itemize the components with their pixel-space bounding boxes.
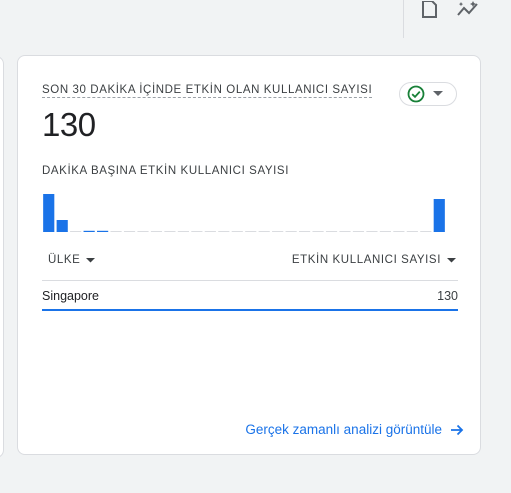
bar-baseline xyxy=(150,231,163,232)
bar-baseline xyxy=(379,231,391,232)
sort-caret-icon xyxy=(447,257,456,262)
bar-baseline xyxy=(258,231,270,232)
bar-baseline xyxy=(420,231,432,232)
bar-baseline xyxy=(245,231,257,232)
check-circle-icon xyxy=(407,85,425,103)
row-bar xyxy=(42,309,458,311)
column-header-active-users[interactable]: ETKİN KULLANICI SAYISI xyxy=(292,254,456,266)
chart-bar[interactable] xyxy=(56,220,68,232)
chart-bar[interactable] xyxy=(433,199,445,232)
bar-baseline xyxy=(366,231,378,232)
status-dropdown[interactable] xyxy=(399,82,457,106)
column-header-country-label: ÜLKE xyxy=(48,254,81,266)
bar-baseline xyxy=(272,231,284,232)
bar-baseline xyxy=(352,231,365,232)
bar-baseline xyxy=(110,231,122,232)
column-header-country[interactable]: ÜLKE xyxy=(48,254,96,266)
chart-bar[interactable] xyxy=(43,194,55,232)
header-divider xyxy=(42,280,458,281)
bar-baseline xyxy=(285,231,297,232)
realtime-users-card: SON 30 DAKİKA İÇİNDE ETKİN OLAN KULLANIC… xyxy=(17,55,481,455)
chart-subtitle: DAKİKA BAŞINA ETKİN KULLANICI SAYISI xyxy=(42,165,289,177)
toolbar-divider xyxy=(403,0,404,38)
document-icon[interactable] xyxy=(417,0,441,22)
view-realtime-link[interactable]: Gerçek zamanlı analizi görüntüle xyxy=(245,422,464,437)
bar-baseline xyxy=(218,231,230,232)
bar-baseline xyxy=(123,231,136,232)
table-header: ÜLKE ETKİN KULLANICI SAYISI xyxy=(42,254,458,282)
arrow-right-icon xyxy=(451,424,464,435)
bar-baseline xyxy=(70,231,82,232)
chart-bar[interactable] xyxy=(97,230,109,232)
bar-baseline xyxy=(204,231,216,232)
bar-baseline xyxy=(393,231,405,232)
bar-baseline xyxy=(231,231,243,232)
chevron-down-icon xyxy=(433,91,443,97)
bar-baseline xyxy=(325,231,338,232)
adjacent-card xyxy=(0,56,4,458)
chart-bar[interactable] xyxy=(83,230,95,232)
top-toolbar xyxy=(0,0,511,38)
bar-baseline xyxy=(164,231,176,232)
sort-caret-icon xyxy=(86,257,96,262)
bar-baseline xyxy=(406,231,418,232)
insights-icon[interactable] xyxy=(456,0,480,22)
card-title[interactable]: SON 30 DAKİKA İÇİNDE ETKİN OLAN KULLANIC… xyxy=(42,84,373,98)
row-country: Singapore xyxy=(42,289,99,303)
table-row[interactable]: Singapore 130 xyxy=(42,287,458,309)
column-header-active-users-label: ETKİN KULLANICI SAYISI xyxy=(291,254,441,266)
bar-baseline xyxy=(299,231,311,232)
bar-baseline xyxy=(177,231,189,232)
bar-baseline xyxy=(137,231,149,232)
row-value: 130 xyxy=(437,289,458,303)
active-users-value: 130 xyxy=(42,106,96,143)
bar-baseline xyxy=(312,231,324,232)
bar-baseline xyxy=(191,231,203,232)
view-realtime-label: Gerçek zamanlı analizi görüntüle xyxy=(245,422,442,437)
per-minute-bar-chart xyxy=(43,194,445,232)
bar-baseline xyxy=(339,231,351,232)
